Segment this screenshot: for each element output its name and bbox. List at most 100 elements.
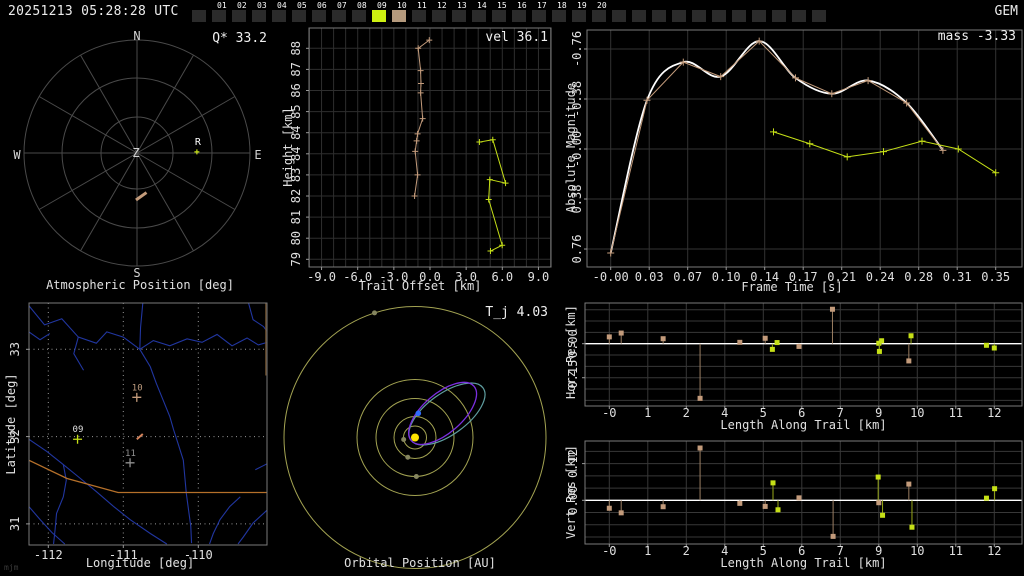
frame-cell[interactable]: 04 xyxy=(272,0,292,24)
frame-number-label: 16 xyxy=(517,1,527,10)
frame-number-label: 02 xyxy=(237,1,247,10)
frame-thumbnail[interactable] xyxy=(372,10,386,22)
frame-thumbnail[interactable] xyxy=(732,10,746,22)
height-axis-label: Height [km] xyxy=(281,107,295,187)
frame-cell[interactable]: 05 xyxy=(292,0,312,24)
frame-number-label: 07 xyxy=(337,1,347,10)
svg-text:33: 33 xyxy=(8,342,22,356)
magnitude-axis-label: Absolute Magnitude xyxy=(564,82,578,214)
light-curve-plot: -0.00 0.03 0.07 0.10 0.14 0.17 0.21 0.24 0.28 0.3… xyxy=(570,29,1023,284)
frame-cell[interactable] xyxy=(612,0,632,24)
frame-cell[interactable] xyxy=(672,0,692,24)
frame-thumbnail[interactable] xyxy=(412,10,426,22)
frame-thumbnail[interactable] xyxy=(472,10,486,22)
frame-thumbnail[interactable] xyxy=(812,10,826,22)
frame-cell[interactable] xyxy=(192,0,212,24)
frame-thumbnail[interactable] xyxy=(432,10,446,22)
frame-thumbnail[interactable] xyxy=(292,10,306,22)
frame-cell[interactable]: 01 xyxy=(212,0,232,24)
frame-cell[interactable] xyxy=(732,0,752,24)
svg-text:R: R xyxy=(195,137,202,148)
frame-cell[interactable]: 17 xyxy=(532,0,552,24)
frame-thumbnail[interactable] xyxy=(252,10,266,22)
svg-text:10: 10 xyxy=(132,383,143,393)
frame-number-label: 20 xyxy=(597,1,607,10)
frame-number-label: 17 xyxy=(537,1,547,10)
frame-cell[interactable]: 12 xyxy=(432,0,452,24)
frame-thumbnail[interactable] xyxy=(672,10,686,22)
frame-thumbnail[interactable] xyxy=(632,10,646,22)
frame-cell[interactable]: 08 xyxy=(352,0,372,24)
shower-code: GEM xyxy=(994,4,1018,19)
frame-cell[interactable] xyxy=(752,0,772,24)
frame-thumbnail[interactable] xyxy=(532,10,546,22)
frame-cell[interactable] xyxy=(712,0,732,24)
watermark: mjm xyxy=(4,563,19,572)
frame-cell[interactable]: 13 xyxy=(452,0,472,24)
mass-stat: mass -3.33 xyxy=(937,29,1016,44)
frame-number-label: 19 xyxy=(577,1,587,10)
orbital-caption: Orbital Position [AU] xyxy=(344,556,496,570)
frame-cell[interactable] xyxy=(632,0,652,24)
frame-thumbnail[interactable] xyxy=(692,10,706,22)
frame-number-label: 11 xyxy=(417,1,427,10)
frame-cell[interactable]: 14 xyxy=(472,0,492,24)
frame-thumbnail[interactable] xyxy=(652,10,666,22)
frame-thumbnail[interactable] xyxy=(612,10,626,22)
frame-cell[interactable]: 02 xyxy=(232,0,252,24)
svg-text:09: 09 xyxy=(73,425,84,435)
svg-text:86: 86 xyxy=(289,83,303,97)
frame-cell[interactable] xyxy=(652,0,672,24)
frame-cell[interactable]: 18 xyxy=(552,0,572,24)
frame-thumbnail[interactable] xyxy=(452,10,466,22)
svg-text:80: 80 xyxy=(289,231,303,245)
frame-cell[interactable]: 16 xyxy=(512,0,532,24)
frame-thumbnail[interactable] xyxy=(392,10,406,22)
frame-cell[interactable]: 19 xyxy=(572,0,592,24)
frame-thumbnail[interactable] xyxy=(212,10,226,22)
svg-text:87: 87 xyxy=(289,62,303,76)
frame-number-label: 05 xyxy=(297,1,307,10)
frame-thumbnail[interactable] xyxy=(752,10,766,22)
latitude-axis-label: Latitude [deg] xyxy=(4,373,18,475)
frame-thumbnail[interactable] xyxy=(792,10,806,22)
frame-thumbnail[interactable] xyxy=(492,10,506,22)
frame-time-axis-label: Frame Time [s] xyxy=(741,280,843,294)
frame-number-label: 15 xyxy=(497,1,507,10)
frame-thumbnail[interactable] xyxy=(192,10,206,22)
frame-strip: 01 02 03 04 05 06 07 08 09 10 11 12 13 14 15 16 17 18 19 20 xyxy=(192,0,832,24)
frame-thumbnail[interactable] xyxy=(332,10,346,22)
frame-cell[interactable]: 07 xyxy=(332,0,352,24)
frame-cell[interactable]: 03 xyxy=(252,0,272,24)
frame-cell[interactable]: 09 xyxy=(372,0,392,24)
frame-thumbnail[interactable] xyxy=(572,10,586,22)
frame-thumbnail[interactable] xyxy=(772,10,786,22)
frame-cell[interactable]: 20 xyxy=(592,0,612,24)
frame-thumbnail[interactable] xyxy=(592,10,606,22)
frame-cell[interactable] xyxy=(812,0,832,24)
frame-cell[interactable]: 06 xyxy=(312,0,332,24)
svg-text:W: W xyxy=(13,148,21,162)
horz-res-axis-label: Horz Res [km] xyxy=(564,305,578,399)
frame-cell[interactable] xyxy=(792,0,812,24)
frame-number-label: 12 xyxy=(437,1,447,10)
frame-thumbnail[interactable] xyxy=(512,10,526,22)
frame-cell[interactable]: 11 xyxy=(412,0,432,24)
frame-cell[interactable] xyxy=(772,0,792,24)
top-bar: 20251213 05:28:28 UTC 01 02 03 04 05 06 07 08 09… xyxy=(0,0,1024,24)
frame-number-label: 03 xyxy=(257,1,267,10)
frame-thumbnail[interactable] xyxy=(312,10,326,22)
frame-thumbnail[interactable] xyxy=(232,10,246,22)
frame-cell[interactable]: 15 xyxy=(492,0,512,24)
frame-thumbnail[interactable] xyxy=(712,10,726,22)
frame-number-label: 14 xyxy=(477,1,487,10)
frame-cell[interactable]: 10 xyxy=(392,0,412,24)
tisserand-stat: T_j 4.03 xyxy=(485,305,548,320)
frame-thumbnail[interactable] xyxy=(552,10,566,22)
frame-thumbnail[interactable] xyxy=(272,10,286,22)
frame-thumbnail[interactable] xyxy=(352,10,366,22)
length-along-trail-label-2: Length Along Trail [km] xyxy=(720,556,887,570)
q-star-stat: Q* 33.2 xyxy=(212,31,267,46)
frame-cell[interactable] xyxy=(692,0,712,24)
velocity-stat: vel 36.1 xyxy=(485,30,548,45)
